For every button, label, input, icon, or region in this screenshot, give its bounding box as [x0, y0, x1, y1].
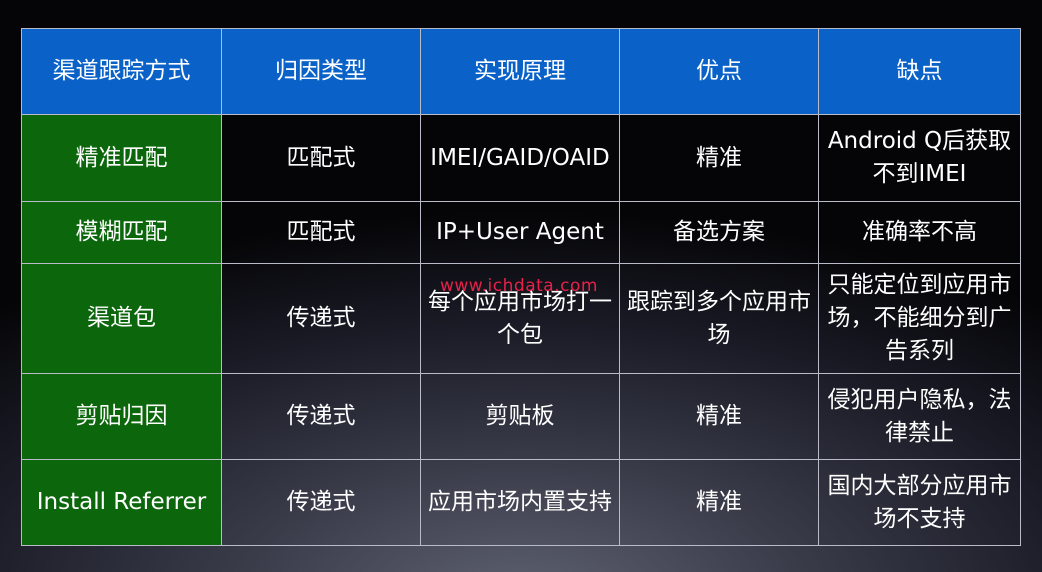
row-pros-cell: 备选方案 [619, 201, 819, 264]
header-cell-pros: 优点 [619, 28, 819, 115]
row-cons-cell: 准确率不高 [818, 201, 1021, 264]
row-method-cell: 模糊匹配 [21, 201, 222, 264]
header-cell-channel-method: 渠道跟踪方式 [21, 28, 222, 115]
row-method-cell: 精准匹配 [21, 114, 222, 202]
row-cons-cell: 侵犯用户隐私，法律禁止 [818, 373, 1021, 460]
row-cons-cell: 只能定位到应用市场，不能细分到广告系列 [818, 263, 1021, 374]
row-pros-cell: 精准 [619, 114, 819, 202]
header-cell-cons: 缺点 [818, 28, 1021, 115]
row-method-cell: 渠道包 [21, 263, 222, 374]
table-row: 精准匹配 匹配式 IMEI/GAID/OAID 精准 Android Q后获取不… [21, 114, 1021, 202]
watermark-text: www.ichdata.com [440, 276, 598, 296]
header-cell-attribution-type: 归因类型 [221, 28, 421, 115]
row-method-cell: Install Referrer [21, 459, 222, 546]
row-principle-cell: 应用市场内置支持 [420, 459, 620, 546]
row-principle-cell: IMEI/GAID/OAID [420, 114, 620, 202]
row-type-cell: 匹配式 [221, 114, 421, 202]
table-row: Install Referrer 传递式 应用市场内置支持 精准 国内大部分应用… [21, 459, 1021, 546]
row-pros-cell: 跟踪到多个应用市场 [619, 263, 819, 374]
row-type-cell: 传递式 [221, 263, 421, 374]
table-row: 模糊匹配 匹配式 IP+User Agent 备选方案 准确率不高 [21, 201, 1021, 264]
row-type-cell: 匹配式 [221, 201, 421, 264]
row-pros-cell: 精准 [619, 373, 819, 460]
table-row: 剪贴归因 传递式 剪贴板 精准 侵犯用户隐私，法律禁止 [21, 373, 1021, 460]
row-type-cell: 传递式 [221, 373, 421, 460]
row-cons-cell: 国内大部分应用市场不支持 [818, 459, 1021, 546]
row-principle-cell: IP+User Agent [420, 201, 620, 264]
header-cell-principle: 实现原理 [420, 28, 620, 115]
row-principle-cell: 剪贴板 [420, 373, 620, 460]
table-header-row: 渠道跟踪方式 归因类型 实现原理 优点 缺点 [21, 28, 1021, 115]
row-type-cell: 传递式 [221, 459, 421, 546]
row-cons-cell: Android Q后获取不到IMEI [818, 114, 1021, 202]
row-pros-cell: 精准 [619, 459, 819, 546]
row-method-cell: 剪贴归因 [21, 373, 222, 460]
